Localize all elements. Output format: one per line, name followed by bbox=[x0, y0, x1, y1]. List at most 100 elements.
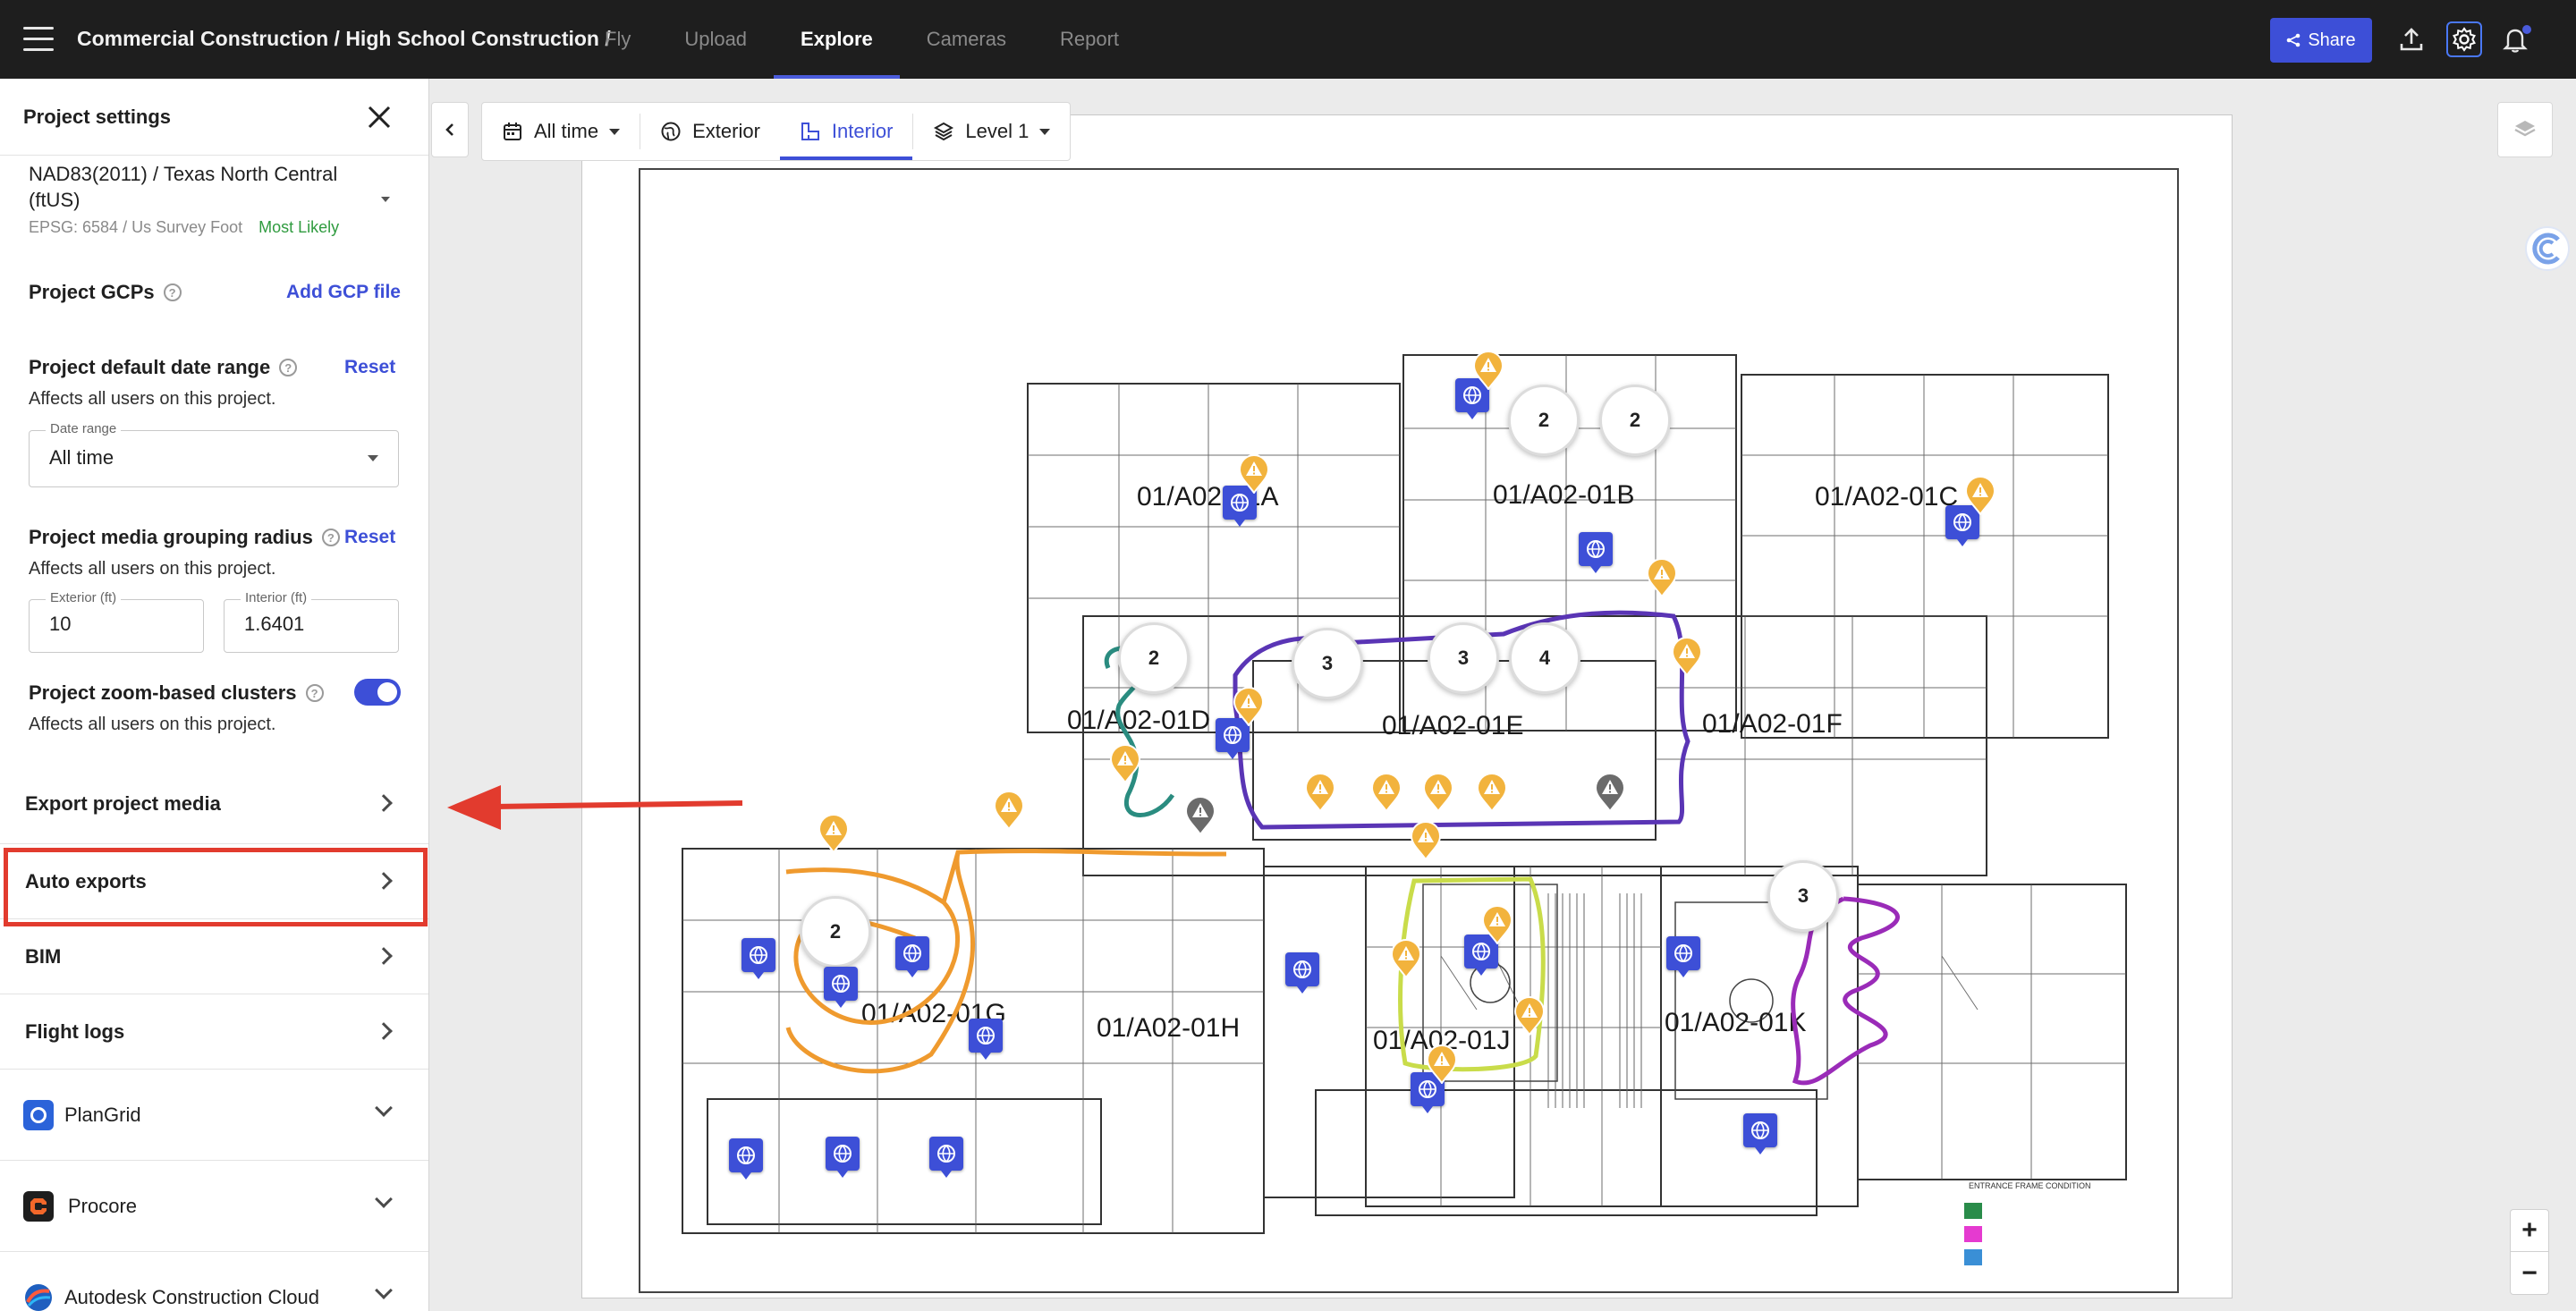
tab-cameras[interactable]: Cameras bbox=[900, 0, 1033, 79]
chevron-down-icon[interactable] bbox=[381, 197, 390, 202]
media-cluster-marker[interactable]: 3 bbox=[1767, 860, 1839, 932]
zoom-out-button[interactable]: − bbox=[2511, 1252, 2548, 1294]
tab-report[interactable]: Report bbox=[1033, 0, 1146, 79]
issue-warning-marker-icon[interactable] bbox=[1238, 454, 1270, 495]
grouping-radius-reset-button[interactable]: Reset bbox=[344, 527, 395, 548]
media-cluster-marker[interactable]: 3 bbox=[1428, 622, 1499, 694]
menu-icon[interactable] bbox=[23, 27, 54, 52]
media-cluster-marker[interactable]: 2 bbox=[1599, 385, 1671, 456]
notifications-bell-icon[interactable] bbox=[2497, 21, 2533, 57]
integration-plangrid[interactable]: PlanGrid bbox=[0, 1069, 428, 1160]
panorama-marker-icon[interactable] bbox=[729, 1138, 763, 1180]
help-icon[interactable]: ? bbox=[321, 529, 340, 546]
resolved-issue-marker-icon[interactable] bbox=[1184, 796, 1216, 836]
panorama-marker-icon[interactable] bbox=[1285, 952, 1319, 994]
tab-explore[interactable]: Explore bbox=[774, 0, 900, 79]
share-button[interactable]: Share bbox=[2270, 18, 2372, 63]
panorama-marker-icon[interactable] bbox=[1666, 936, 1700, 977]
globe-icon bbox=[661, 122, 681, 141]
panel-title: Project settings bbox=[23, 106, 172, 128]
panorama-marker-icon[interactable] bbox=[1743, 1113, 1777, 1155]
date-range-value: All time bbox=[49, 446, 114, 469]
integration-autodesk[interactable]: Autodesk Construction Cloud bbox=[0, 1251, 428, 1311]
panorama-marker-icon[interactable] bbox=[929, 1137, 963, 1178]
issue-warning-marker-icon[interactable] bbox=[1671, 637, 1703, 677]
menu-auto-exports[interactable]: Auto exports bbox=[0, 843, 428, 918]
interior-radius-input[interactable]: Interior (ft) 1.6401 bbox=[224, 590, 399, 653]
panorama-marker-icon[interactable] bbox=[741, 938, 775, 979]
menu-flight-logs[interactable]: Flight logs bbox=[0, 994, 428, 1069]
issue-warning-marker-icon[interactable] bbox=[1513, 996, 1546, 1036]
tab-upload[interactable]: Upload bbox=[657, 0, 774, 79]
media-cluster-marker[interactable]: 2 bbox=[800, 896, 871, 968]
collapse-panel-button[interactable] bbox=[431, 102, 469, 157]
issue-warning-marker-icon[interactable] bbox=[993, 791, 1025, 831]
issue-warning-marker-icon[interactable] bbox=[1476, 773, 1508, 813]
interior-toggle[interactable]: Interior bbox=[779, 103, 913, 160]
drawing-legend: ENTRANCE FRAME CONDITION bbox=[1964, 1181, 2091, 1265]
zoom-clusters-toggle[interactable] bbox=[354, 679, 401, 706]
issue-warning-marker-icon[interactable] bbox=[1422, 773, 1454, 813]
issue-warning-marker-icon[interactable] bbox=[1426, 1045, 1458, 1085]
issue-warning-marker-icon[interactable] bbox=[1109, 744, 1141, 784]
issue-warning-marker-icon[interactable] bbox=[818, 814, 850, 854]
close-icon[interactable] bbox=[365, 103, 394, 131]
issue-warning-marker-icon[interactable] bbox=[1304, 773, 1336, 813]
integration-procore[interactable]: Procore bbox=[0, 1160, 428, 1251]
media-cluster-marker[interactable]: 2 bbox=[1118, 622, 1190, 694]
map-layers-button[interactable] bbox=[2497, 102, 2553, 157]
calendar-icon bbox=[504, 123, 521, 140]
level-label: Level 1 bbox=[965, 120, 1030, 142]
help-icon[interactable]: ? bbox=[279, 359, 298, 376]
chevron-down-icon bbox=[375, 1190, 393, 1208]
tab-fly[interactable]: Fly bbox=[578, 0, 657, 79]
settings-gear-icon[interactable] bbox=[2446, 21, 2482, 57]
project-breadcrumb[interactable]: Commercial Construction / High School Co… bbox=[77, 27, 611, 51]
issue-warning-marker-icon[interactable] bbox=[1481, 905, 1513, 945]
menu-label: Flight logs bbox=[25, 1020, 125, 1043]
issue-warning-marker-icon[interactable] bbox=[1390, 939, 1422, 979]
panorama-marker-icon[interactable] bbox=[969, 1019, 1003, 1060]
main-tabs: Fly Upload Explore Cameras Report bbox=[578, 0, 1146, 79]
date-range-reset-button[interactable]: Reset bbox=[344, 357, 395, 378]
floor-plan-drawing: 01/A02-01A 01/A02-01B 01/A02-01C 01/A02-… bbox=[639, 168, 2179, 1293]
coordinate-system-name: NAD83(2011) / Texas North Central (ftUS) bbox=[29, 163, 338, 211]
exterior-toggle[interactable]: Exterior bbox=[640, 103, 780, 160]
media-cluster-marker[interactable]: 3 bbox=[1292, 628, 1363, 699]
media-cluster-marker[interactable]: 2 bbox=[1508, 385, 1580, 456]
add-gcp-file-button[interactable]: Add GCP file bbox=[286, 282, 401, 303]
exterior-radius-input[interactable]: Exterior (ft) 10 bbox=[29, 590, 204, 653]
panorama-marker-icon[interactable] bbox=[824, 967, 858, 1008]
zoom-clusters-label: Project zoom-based clusters bbox=[29, 681, 297, 704]
zoom-in-button[interactable]: + bbox=[2511, 1210, 2548, 1252]
issue-warning-marker-icon[interactable] bbox=[1370, 773, 1402, 813]
panorama-marker-icon[interactable] bbox=[895, 936, 929, 977]
grouping-radius-label: Project media grouping radius bbox=[29, 526, 313, 548]
menu-bim[interactable]: BIM bbox=[0, 918, 428, 994]
chevron-down-icon bbox=[1039, 128, 1051, 135]
menu-export-project-media[interactable]: Export project media bbox=[0, 765, 428, 842]
level-dropdown[interactable]: Level 1 bbox=[913, 103, 1070, 160]
panorama-marker-icon[interactable] bbox=[1579, 532, 1613, 573]
date-range-select[interactable]: Date range All time bbox=[29, 421, 399, 487]
issue-warning-marker-icon[interactable] bbox=[1964, 476, 1996, 516]
help-icon[interactable]: ? bbox=[163, 283, 182, 301]
assistant-logo-icon[interactable] bbox=[2521, 224, 2571, 274]
panorama-marker-icon[interactable] bbox=[826, 1137, 860, 1178]
issue-warning-marker-icon[interactable] bbox=[1410, 821, 1442, 861]
issue-warning-marker-icon[interactable] bbox=[1646, 558, 1678, 598]
help-icon[interactable]: ? bbox=[305, 684, 324, 702]
project-settings-panel: Project settings NAD83(2011) / Texas Nor… bbox=[0, 79, 429, 1311]
coordinate-system-select[interactable]: NAD83(2011) / Texas North Central (ftUS)… bbox=[29, 161, 404, 237]
floor-plan-sheet[interactable]: 01/A02-01A 01/A02-01B 01/A02-01C 01/A02-… bbox=[581, 114, 2233, 1298]
upload-icon[interactable] bbox=[2394, 21, 2429, 57]
issue-warning-marker-icon[interactable] bbox=[1472, 351, 1504, 391]
panel-header: Project settings bbox=[0, 79, 428, 156]
media-cluster-marker[interactable]: 4 bbox=[1509, 622, 1580, 694]
issue-warning-marker-icon[interactable] bbox=[1233, 687, 1265, 727]
interior-radius-label: Interior (ft) bbox=[241, 590, 312, 605]
annotation-arrow bbox=[447, 785, 743, 830]
grouping-radius-description: Affects all users on this project. bbox=[29, 559, 276, 579]
time-filter-dropdown[interactable]: All time bbox=[482, 103, 640, 160]
resolved-issue-marker-icon[interactable] bbox=[1594, 773, 1626, 813]
